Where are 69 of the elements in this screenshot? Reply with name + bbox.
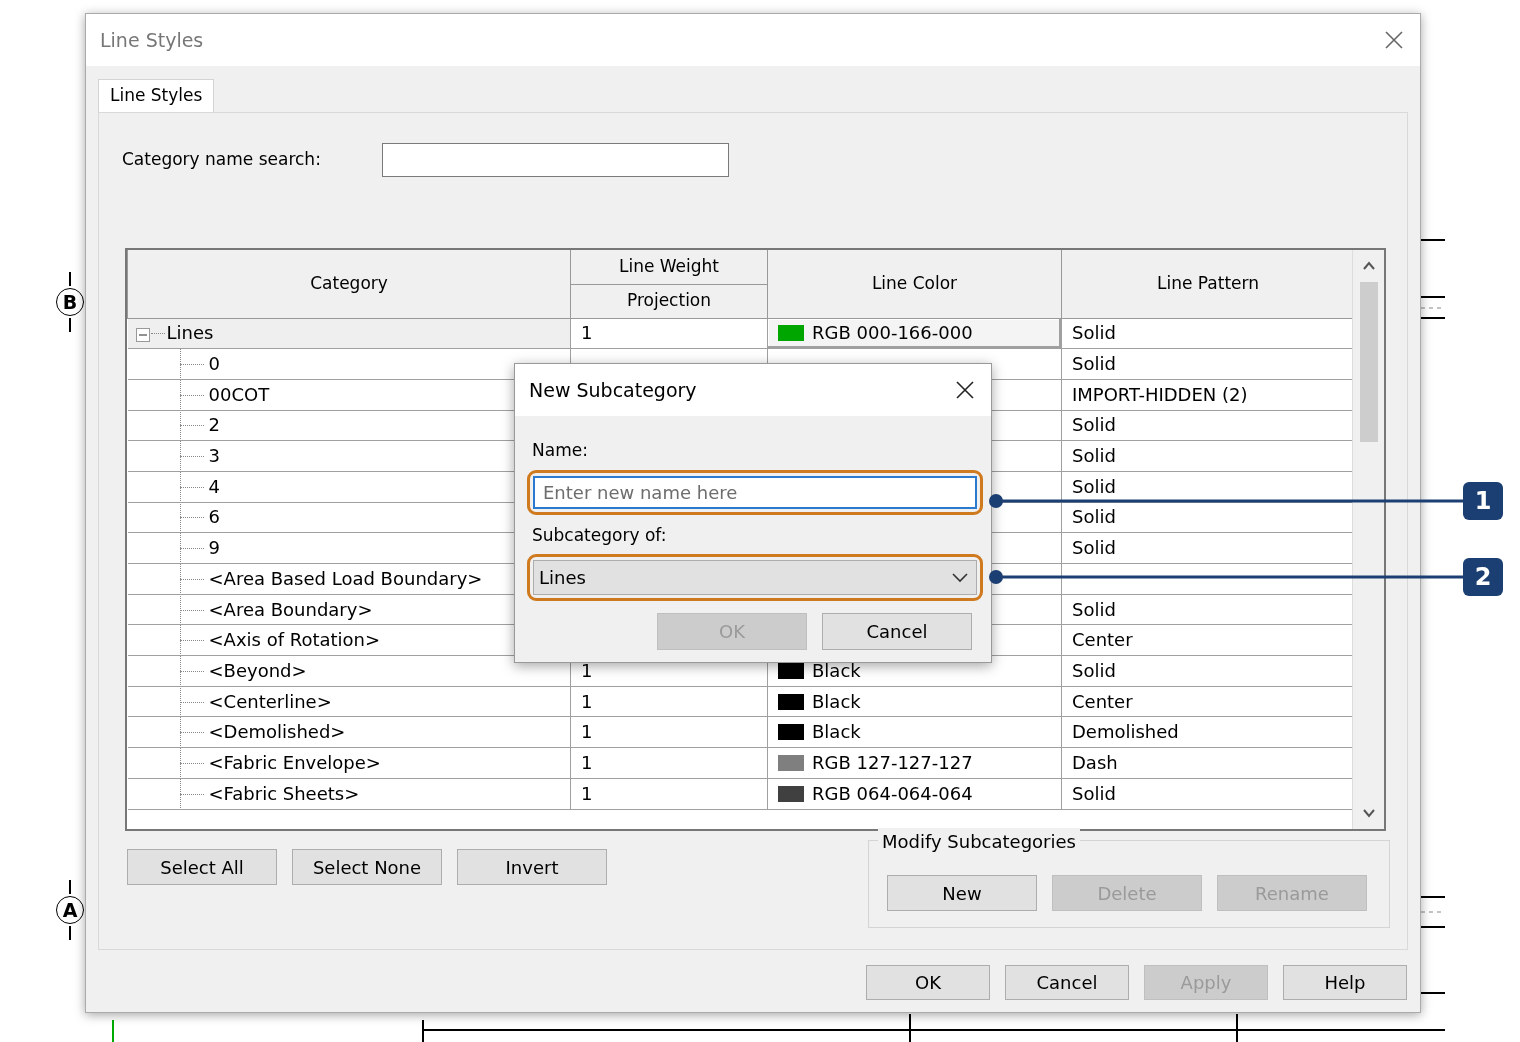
pattern-name: Solid	[1072, 414, 1116, 436]
color-name: RGB 064-064-064	[812, 782, 973, 804]
column-header: Line Color	[767, 250, 1062, 318]
pattern-name: Solid	[1072, 537, 1116, 559]
button[interactable]: Cancel	[822, 613, 972, 650]
color-name: RGB 127-127-127	[812, 751, 973, 773]
weight-value: 1	[581, 721, 593, 743]
subcategory-dropdown[interactable]: Lines	[533, 560, 977, 595]
color-name: Black	[812, 659, 861, 681]
category-name[interactable]: 4	[208, 475, 220, 497]
grid-bubble: B	[56, 288, 84, 316]
color-name: RGB 000-166-000	[812, 322, 973, 344]
scroll-thumb[interactable]	[1359, 282, 1378, 442]
search-field[interactable]	[382, 142, 729, 177]
column-header: Category	[127, 250, 571, 318]
category-name[interactable]: 3	[208, 445, 220, 467]
column-header: Line Pattern	[1061, 250, 1353, 318]
pattern-name: Solid	[1072, 659, 1116, 681]
category-name[interactable]: 0	[208, 353, 220, 375]
pattern-name: Solid	[1072, 445, 1116, 467]
column-header: Projection	[570, 284, 768, 318]
category-name[interactable]: 00COT	[208, 383, 270, 405]
button[interactable]: Help	[1283, 965, 1407, 1000]
name-field[interactable]: Enter new name here	[533, 475, 977, 509]
grid-bubble: A	[56, 896, 84, 924]
pattern-name: Solid	[1072, 782, 1116, 804]
pattern-name: Center	[1072, 629, 1133, 651]
button[interactable]: New	[887, 875, 1037, 911]
window-title: Line Styles	[100, 27, 204, 53]
category-name[interactable]: <Beyond>	[208, 659, 307, 681]
weight-value: 1	[581, 690, 593, 712]
pattern-name: Dash	[1072, 751, 1118, 773]
button[interactable]: Cancel	[1005, 965, 1129, 1000]
weight-value: 1	[581, 751, 593, 773]
category-name[interactable]: Lines	[166, 322, 214, 344]
pattern-name: IMPORT-HIDDEN (2)	[1072, 383, 1248, 405]
name-label: Name:	[532, 439, 589, 462]
group-title: Modify Subcategories	[878, 828, 1080, 855]
category-name[interactable]: <Centerline>	[208, 690, 332, 712]
pattern-name: Demolished	[1072, 721, 1179, 743]
category-name[interactable]: 6	[208, 506, 220, 528]
color-name: Black	[812, 690, 861, 712]
pattern-name: Center	[1072, 690, 1133, 712]
pattern-name: Solid	[1072, 475, 1116, 497]
button[interactable]: Select None	[292, 849, 442, 885]
collapse-icon[interactable]	[135, 327, 150, 342]
subcategory-label: Subcategory of:	[532, 523, 668, 547]
color-name: Black	[812, 721, 861, 743]
callout-number: 2	[1463, 558, 1503, 596]
close-icon[interactable]	[955, 380, 975, 400]
dialog-title: New Subcategory	[529, 377, 697, 403]
weight-value: 1	[581, 322, 593, 344]
pattern-name: Solid	[1072, 598, 1116, 620]
search-label: Category name search:	[122, 147, 322, 171]
weight-value: 1	[581, 782, 593, 804]
column-header: Line Weight	[570, 250, 768, 284]
weight-value: 1	[581, 659, 593, 681]
callout-number: 1	[1463, 482, 1503, 520]
button[interactable]: Select All	[127, 849, 277, 885]
chevron-icon	[952, 572, 968, 583]
pattern-name: Solid	[1072, 506, 1116, 528]
pattern-name: Solid	[1072, 322, 1116, 344]
tab[interactable]: Line Styles	[98, 79, 215, 112]
scrollbar[interactable]	[1352, 250, 1384, 829]
button[interactable]: Invert	[457, 849, 607, 885]
category-name[interactable]: 9	[208, 537, 220, 559]
button[interactable]: OK	[866, 965, 990, 1000]
category-name[interactable]: 2	[208, 414, 220, 436]
pattern-name: Solid	[1072, 353, 1116, 375]
